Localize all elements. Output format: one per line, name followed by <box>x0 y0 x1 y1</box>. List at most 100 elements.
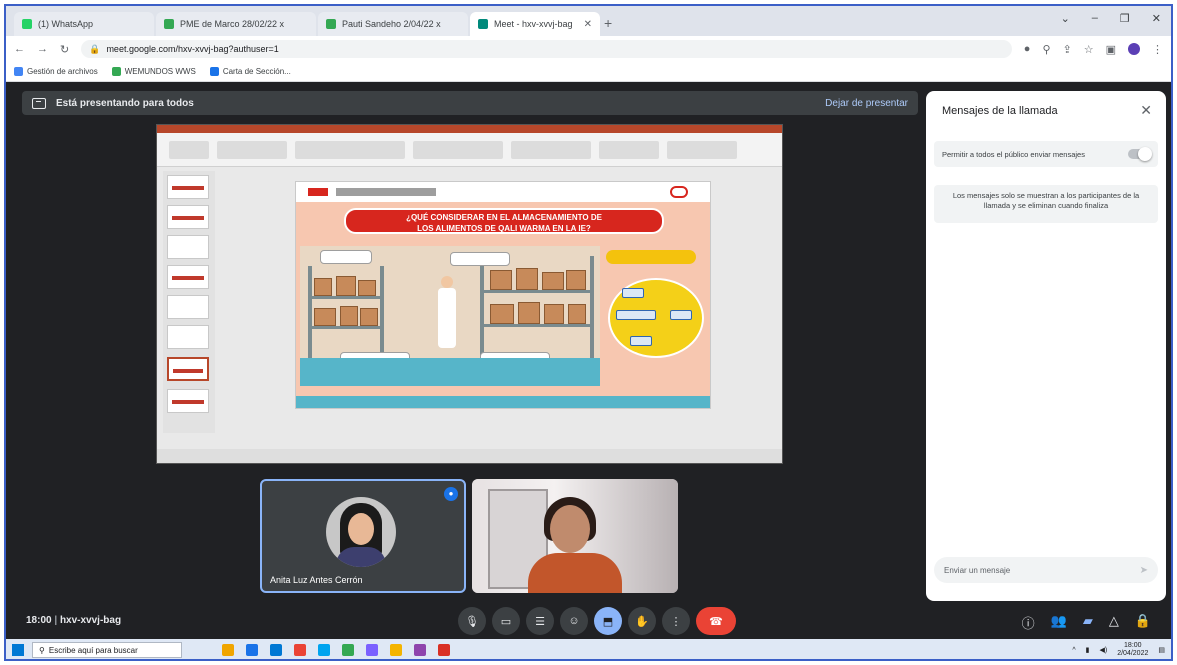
speaking-indicator-icon: ● <box>444 487 458 501</box>
app-icon[interactable] <box>342 644 354 656</box>
slide-thumbnail-selected[interactable] <box>167 357 209 381</box>
present-button[interactable]: ⬒ <box>594 607 622 635</box>
activities-icon[interactable]: △ <box>1109 613 1119 632</box>
more-options-button[interactable]: ⋮ <box>662 607 690 635</box>
address-bar[interactable]: 🔒 meet.google.com/hxv-xvvj-bag?authuser=… <box>81 40 1012 58</box>
bookmark-item[interactable]: WEMUNDOS WWS <box>111 67 196 76</box>
tab-meet[interactable]: Meet - hxv-xvvj-bag ✕ <box>470 12 600 36</box>
bookmark-icon <box>14 67 23 76</box>
slide-thumbnail[interactable] <box>167 265 209 289</box>
powerpoint-ribbon <box>157 133 782 167</box>
send-icon[interactable]: ➤ <box>1140 565 1148 576</box>
chat-message-input[interactable]: Enviar un mensaje ➤ <box>934 557 1158 583</box>
presenting-banner: Está presentando para todos Dejar de pre… <box>22 91 918 115</box>
slide-thumbnail[interactable] <box>167 205 209 229</box>
microphone-button[interactable]: 🎙 <box>458 607 486 635</box>
windows-start-icon[interactable] <box>12 644 24 656</box>
chat-icon[interactable]: ▰ <box>1083 613 1093 632</box>
extensions-icon[interactable]: ▣ <box>1106 43 1116 56</box>
slide-title: ¿QUÉ CONSIDERAR EN EL ALMACENAMIENTO DE … <box>344 208 664 234</box>
browser-toolbar: ← → ↻ 🔒 meet.google.com/hxv-xvvj-bag?aut… <box>6 36 1171 62</box>
back-icon[interactable]: ← <box>14 43 25 55</box>
taskbar-apps <box>222 644 450 656</box>
slide-yellow-label <box>606 250 696 264</box>
close-icon[interactable]: ✕ <box>578 19 592 30</box>
zoom-icon[interactable]: ⚲ <box>1042 43 1050 56</box>
tab-search-icon[interactable]: ⌄ <box>1061 12 1070 25</box>
meet-control-bar: 18:00 | hxv-xvvj-bag 🎙 ▭ ☰ ☺ ⬒ ✋ ⋮ ☎ ⓘ 👥… <box>6 603 1171 639</box>
slide-thumbnail[interactable] <box>167 389 209 413</box>
end-call-button[interactable]: ☎ <box>696 607 736 635</box>
whatsapp-icon <box>22 19 32 29</box>
app-icon[interactable] <box>246 644 258 656</box>
camera-permission-icon[interactable]: ● <box>1024 43 1031 55</box>
app-icon[interactable] <box>270 644 282 656</box>
clock[interactable]: 18:00 2/04/2022 <box>1117 642 1148 658</box>
notifications-icon[interactable]: ▤ <box>1158 646 1165 654</box>
slide-thumbnail[interactable] <box>167 235 209 259</box>
tab-label: Meet - hxv-xvvj-bag <box>494 19 573 29</box>
kebab-menu-icon[interactable]: ⋮ <box>1152 43 1163 56</box>
slide-yellow-diagram <box>608 278 704 358</box>
stop-presenting-button[interactable]: Dejar de presentar <box>825 98 908 109</box>
camera-button[interactable]: ▭ <box>492 607 520 635</box>
tab-label: Pauti Sandeho 2/04/22 x <box>342 19 441 29</box>
callout-box <box>450 252 510 266</box>
clock-date: 2/04/2022 <box>1117 650 1149 657</box>
browser-window: (1) WhatsApp PME de Marco 28/02/22 x Pau… <box>4 4 1173 661</box>
close-icon[interactable]: ✕ <box>1140 102 1152 119</box>
slide-title-line: LOS ALIMENTOS DE QALI WARMA EN LA IE? <box>417 224 591 233</box>
warehouse-illustration <box>300 246 600 386</box>
chat-permission-toggle[interactable] <box>1128 147 1152 161</box>
slide-thumbnail[interactable] <box>167 325 209 349</box>
lock-icon: 🔒 <box>89 43 101 54</box>
call-controls: 🎙 ▭ ☰ ☺ ⬒ ✋ ⋮ ☎ <box>458 607 736 635</box>
volume-icon[interactable]: ◀) <box>1100 646 1108 654</box>
forward-icon[interactable]: → <box>37 43 48 55</box>
tab-pauti[interactable]: Pauti Sandeho 2/04/22 x <box>318 12 468 36</box>
app-icon[interactable] <box>366 644 378 656</box>
flag-logo <box>308 188 328 196</box>
bookmark-star-icon[interactable]: ☆ <box>1084 43 1094 56</box>
participant-tile[interactable] <box>472 479 678 593</box>
app-icon[interactable] <box>222 644 234 656</box>
new-tab-button[interactable]: + <box>604 15 612 31</box>
app-icon[interactable] <box>390 644 402 656</box>
people-icon[interactable]: 👥 <box>1051 613 1067 632</box>
tab-pme[interactable]: PME de Marco 28/02/22 x <box>156 12 316 36</box>
bookmark-item[interactable]: Gestión de archivos <box>14 67 98 76</box>
chat-panel: Mensajes de la llamada ✕ Permitir a todo… <box>926 91 1166 601</box>
close-window-icon[interactable]: ✕ <box>1152 12 1161 25</box>
share-icon[interactable]: ⇪ <box>1063 43 1072 56</box>
taskbar-search[interactable]: ⚲ Escribe aquí para buscar <box>32 642 182 658</box>
bookmark-item[interactable]: Carta de Sección... <box>209 67 291 76</box>
tab-whatsapp[interactable]: (1) WhatsApp <box>14 12 154 36</box>
profile-avatar[interactable] <box>1128 43 1140 55</box>
reload-icon[interactable]: ↻ <box>60 43 69 56</box>
bookmark-icon <box>209 67 219 76</box>
tray-chevron-icon[interactable]: ^ <box>1072 647 1075 654</box>
host-controls-icon[interactable]: 🔒 <box>1135 613 1151 632</box>
minimize-icon[interactable]: – <box>1092 12 1098 25</box>
app-icon[interactable] <box>414 644 426 656</box>
network-icon[interactable]: ▮ <box>1086 646 1090 654</box>
slide-thumbnail[interactable] <box>167 175 209 199</box>
slide-title-line: ¿QUÉ CONSIDERAR EN EL ALMACENAMIENTO DE <box>406 213 602 222</box>
restore-icon[interactable]: ❐ <box>1120 12 1130 25</box>
shared-screen: ¿QUÉ CONSIDERAR EN EL ALMACENAMIENTO DE … <box>156 124 783 464</box>
participant-name: Anita Luz Antes Cerrón <box>270 575 363 585</box>
app-icon[interactable] <box>294 644 306 656</box>
participant-tile[interactable]: ● Anita Luz Antes Cerrón <box>260 479 466 593</box>
tab-label: (1) WhatsApp <box>38 19 94 29</box>
info-icon[interactable]: ⓘ <box>1022 613 1035 632</box>
slide-thumbnail[interactable] <box>167 295 209 319</box>
app-icon[interactable] <box>318 644 330 656</box>
emoji-button[interactable]: ☺ <box>560 607 588 635</box>
window-controls: ⌄ – ❐ ✕ <box>1061 12 1161 25</box>
chat-notice: Los mensajes solo se muestran a los part… <box>934 185 1158 223</box>
ministry-logo <box>336 188 436 196</box>
raise-hand-button[interactable]: ✋ <box>628 607 656 635</box>
app-icon[interactable] <box>438 644 450 656</box>
windows-taskbar: ⚲ Escribe aquí para buscar ^ ▮ ◀) 18:00 … <box>6 639 1171 659</box>
captions-button[interactable]: ☰ <box>526 607 554 635</box>
